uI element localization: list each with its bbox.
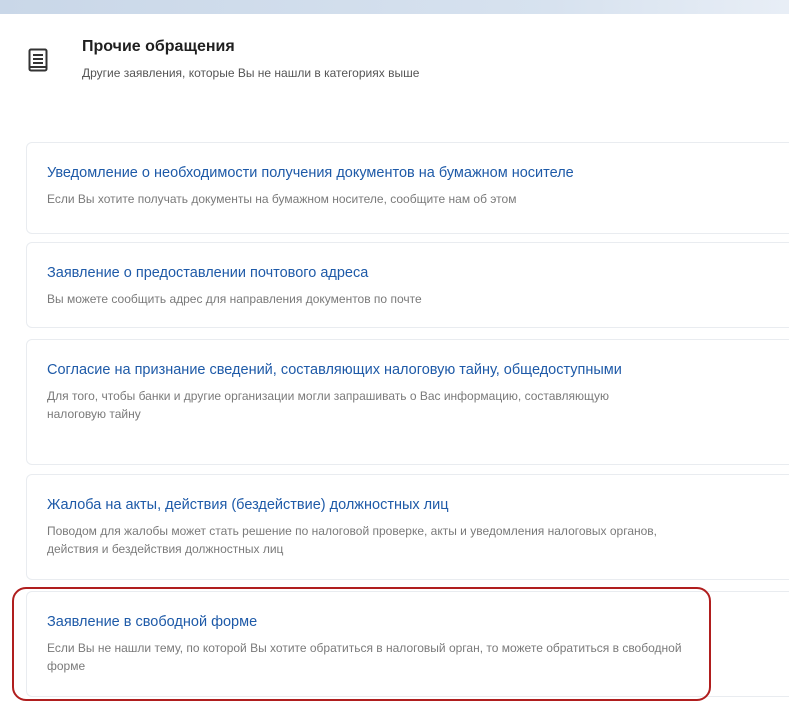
- card-description: Для того, чтобы банки и другие организац…: [47, 389, 610, 421]
- card-title[interactable]: Заявление о предоставлении почтового адр…: [47, 263, 789, 284]
- card-description: Если Вы хотите получать документы на бум…: [47, 192, 517, 206]
- card-tax-secrecy-consent[interactable]: Согласие на признание сведений, составля…: [26, 339, 789, 465]
- card-paper-documents[interactable]: Уведомление о необходимости получения до…: [26, 142, 789, 234]
- card-postal-address[interactable]: Заявление о предоставлении почтового адр…: [26, 242, 789, 328]
- section-title: Прочие обращения: [82, 38, 235, 55]
- top-strip: [0, 0, 789, 14]
- section-subtitle: Другие заявления, которые Вы не нашли в …: [82, 66, 420, 80]
- card-description: Вы можете сообщить адрес для направления…: [47, 292, 422, 306]
- card-title[interactable]: Уведомление о необходимости получения до…: [47, 163, 789, 184]
- section-header: Прочие обращения Другие заявления, котор…: [28, 38, 768, 88]
- card-title[interactable]: Согласие на признание сведений, составля…: [47, 360, 627, 381]
- document-list-icon: [28, 48, 48, 72]
- card-title[interactable]: Жалоба на акты, действия (бездействие) д…: [47, 495, 789, 516]
- card-title[interactable]: Заявление в свободной форме: [47, 612, 789, 633]
- card-description: Поводом для жалобы может стать решение п…: [47, 524, 658, 556]
- card-description: Если Вы не нашли тему, по которой Вы хот…: [47, 641, 682, 673]
- card-complaint[interactable]: Жалоба на акты, действия (бездействие) д…: [26, 474, 789, 580]
- card-free-form-application[interactable]: Заявление в свободной форме Если Вы не н…: [26, 591, 789, 697]
